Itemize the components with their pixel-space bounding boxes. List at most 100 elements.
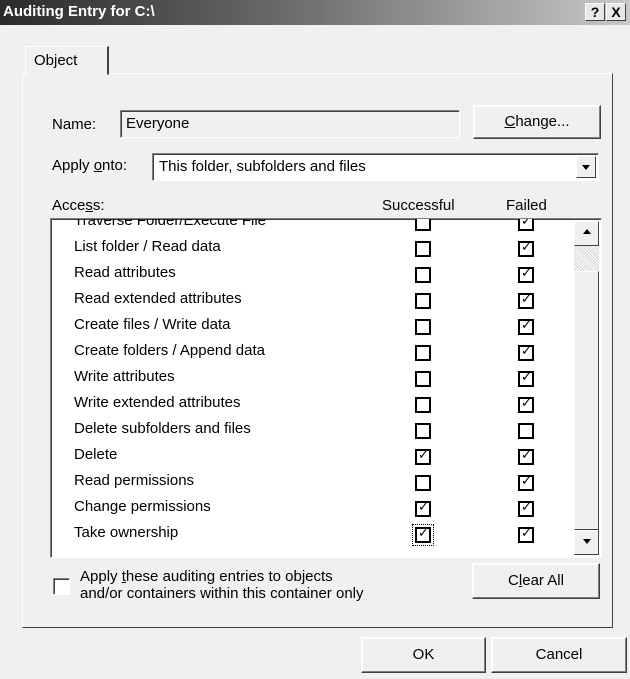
cancel-button-label: Cancel [535,646,583,663]
name-value: Everyone [126,115,190,132]
access-row-label: Read extended attributes [74,290,242,307]
cancel-button[interactable]: Cancel [491,637,627,673]
access-header: Access: [52,197,105,214]
apply-onto-label: Apply onto: [52,157,128,174]
ok-button[interactable]: OK [361,637,486,673]
check-icon: ✓ [418,526,429,541]
successful-checkbox[interactable]: ✓ [412,524,434,546]
check-icon: ✓ [418,500,429,515]
access-row-label: Read attributes [74,264,176,281]
failed-checkbox[interactable]: ✓ [518,500,534,517]
arrow-down-icon [583,539,591,544]
successful-column-header: Successful [382,197,455,214]
successful-checkbox[interactable] [415,267,431,283]
failed-checkbox[interactable]: ✓ [518,396,534,413]
successful-checkbox[interactable] [415,293,431,309]
successful-checkbox[interactable] [415,241,431,257]
check-icon: ✓ [521,292,532,307]
auditing-entry-dialog: Auditing Entry for C:\ ? X Object Name: … [0,0,630,679]
failed-checkbox[interactable]: ✓ [518,344,534,361]
successful-checkbox[interactable] [415,397,431,413]
check-icon: ✓ [521,240,532,255]
failed-checkbox[interactable]: ✓ [518,292,534,309]
access-row: Traverse Folder/Execute File ✓ [51,218,571,236]
check-icon: ✓ [521,526,532,541]
check-icon: ✓ [418,448,429,463]
successful-checkbox[interactable]: ✓ [415,500,431,517]
access-row-label: Delete [74,446,118,463]
access-row: Create folders / Append data ✓ [51,340,571,366]
access-row: Read attributes ✓ [51,262,571,288]
failed-checkbox[interactable]: ✓ [518,474,534,491]
scroll-down-button[interactable] [574,530,599,555]
check-icon: ✓ [521,266,532,281]
clear-all-button[interactable]: Clear All [472,563,600,599]
access-row: Read permissions ✓ [51,470,571,496]
title-bar[interactable]: Auditing Entry for C:\ ? X [0,0,630,25]
access-list-scrollbar[interactable] [574,221,599,555]
failed-checkbox[interactable]: ✓ [518,448,534,465]
access-row: Delete subfolders and files [51,418,571,444]
failed-checkbox[interactable] [518,423,534,439]
ok-button-label: OK [412,646,435,663]
apply-onto-dropdown-button[interactable] [576,156,596,178]
failed-checkbox[interactable]: ✓ [518,240,534,257]
access-row-label: Read permissions [74,472,195,489]
scroll-up-button[interactable] [574,221,599,246]
access-row: List folder / Read data ✓ [51,236,571,262]
apply-only-label[interactable]: Apply these auditing entries to objects a… [80,568,364,602]
change-button-label: hange... [515,113,570,130]
change-button-mnemonic: C [504,113,516,130]
failed-checkbox[interactable]: ✓ [518,526,534,543]
arrow-up-icon [583,229,591,234]
scroll-thumb[interactable] [574,271,599,530]
successful-checkbox[interactable] [415,475,431,491]
access-row-label: Traverse Folder/Execute File [74,218,267,229]
access-row-label: Write attributes [74,368,175,385]
successful-checkbox[interactable] [415,345,431,361]
check-icon: ✓ [521,396,532,411]
successful-checkbox[interactable] [415,319,431,335]
failed-checkbox[interactable]: ✓ [518,370,534,387]
name-field: Everyone [120,110,460,138]
access-row: Change permissions ✓ ✓ [51,496,571,522]
access-row: Delete ✓ ✓ [51,444,571,470]
chevron-down-icon [582,165,590,170]
check-icon: ✓ [521,500,532,515]
access-row-label: Change permissions [74,498,211,515]
change-button[interactable]: Change... [473,105,601,139]
close-button[interactable]: X [606,3,626,21]
access-row: Write extended attributes ✓ [51,392,571,418]
access-row-label: Create files / Write data [74,316,231,333]
apply-only-checkbox[interactable] [53,578,70,595]
tab-object[interactable]: Object [25,46,109,75]
access-list: Traverse Folder/Execute File ✓ List folder… [50,218,602,558]
failed-checkbox[interactable]: ✓ [518,266,534,283]
access-row-label: Create folders / Append data [74,342,265,359]
failed-checkbox[interactable]: ✓ [518,218,534,231]
successful-checkbox[interactable] [415,423,431,439]
successful-checkbox[interactable] [415,219,431,231]
failed-column-header: Failed [506,197,547,214]
check-icon: ✓ [521,344,532,359]
access-row-label: Take ownership [74,524,179,541]
access-row-label: Delete subfolders and files [74,420,251,437]
name-label: Name: [52,116,97,133]
apply-onto-value: This folder, subfolders and files [159,158,366,175]
access-row-label: Write extended attributes [74,394,241,411]
apply-onto-dropdown[interactable]: This folder, subfolders and files [152,153,599,181]
successful-checkbox[interactable]: ✓ [415,448,431,465]
access-row: Read extended attributes ✓ [51,288,571,314]
check-icon: ✓ [521,370,532,385]
help-button[interactable]: ? [585,3,605,21]
tab-object-label: Object [34,52,78,69]
access-row-label: List folder / Read data [74,238,221,255]
window-title: Auditing Entry for C:\ [3,3,155,20]
check-icon: ✓ [521,218,532,229]
access-row: Take ownership ✓ ✓ [51,522,571,548]
access-row: Write attributes ✓ [51,366,571,392]
failed-checkbox[interactable]: ✓ [518,318,534,335]
successful-checkbox[interactable] [415,371,431,387]
check-icon: ✓ [521,318,532,333]
check-icon: ✓ [521,448,532,463]
